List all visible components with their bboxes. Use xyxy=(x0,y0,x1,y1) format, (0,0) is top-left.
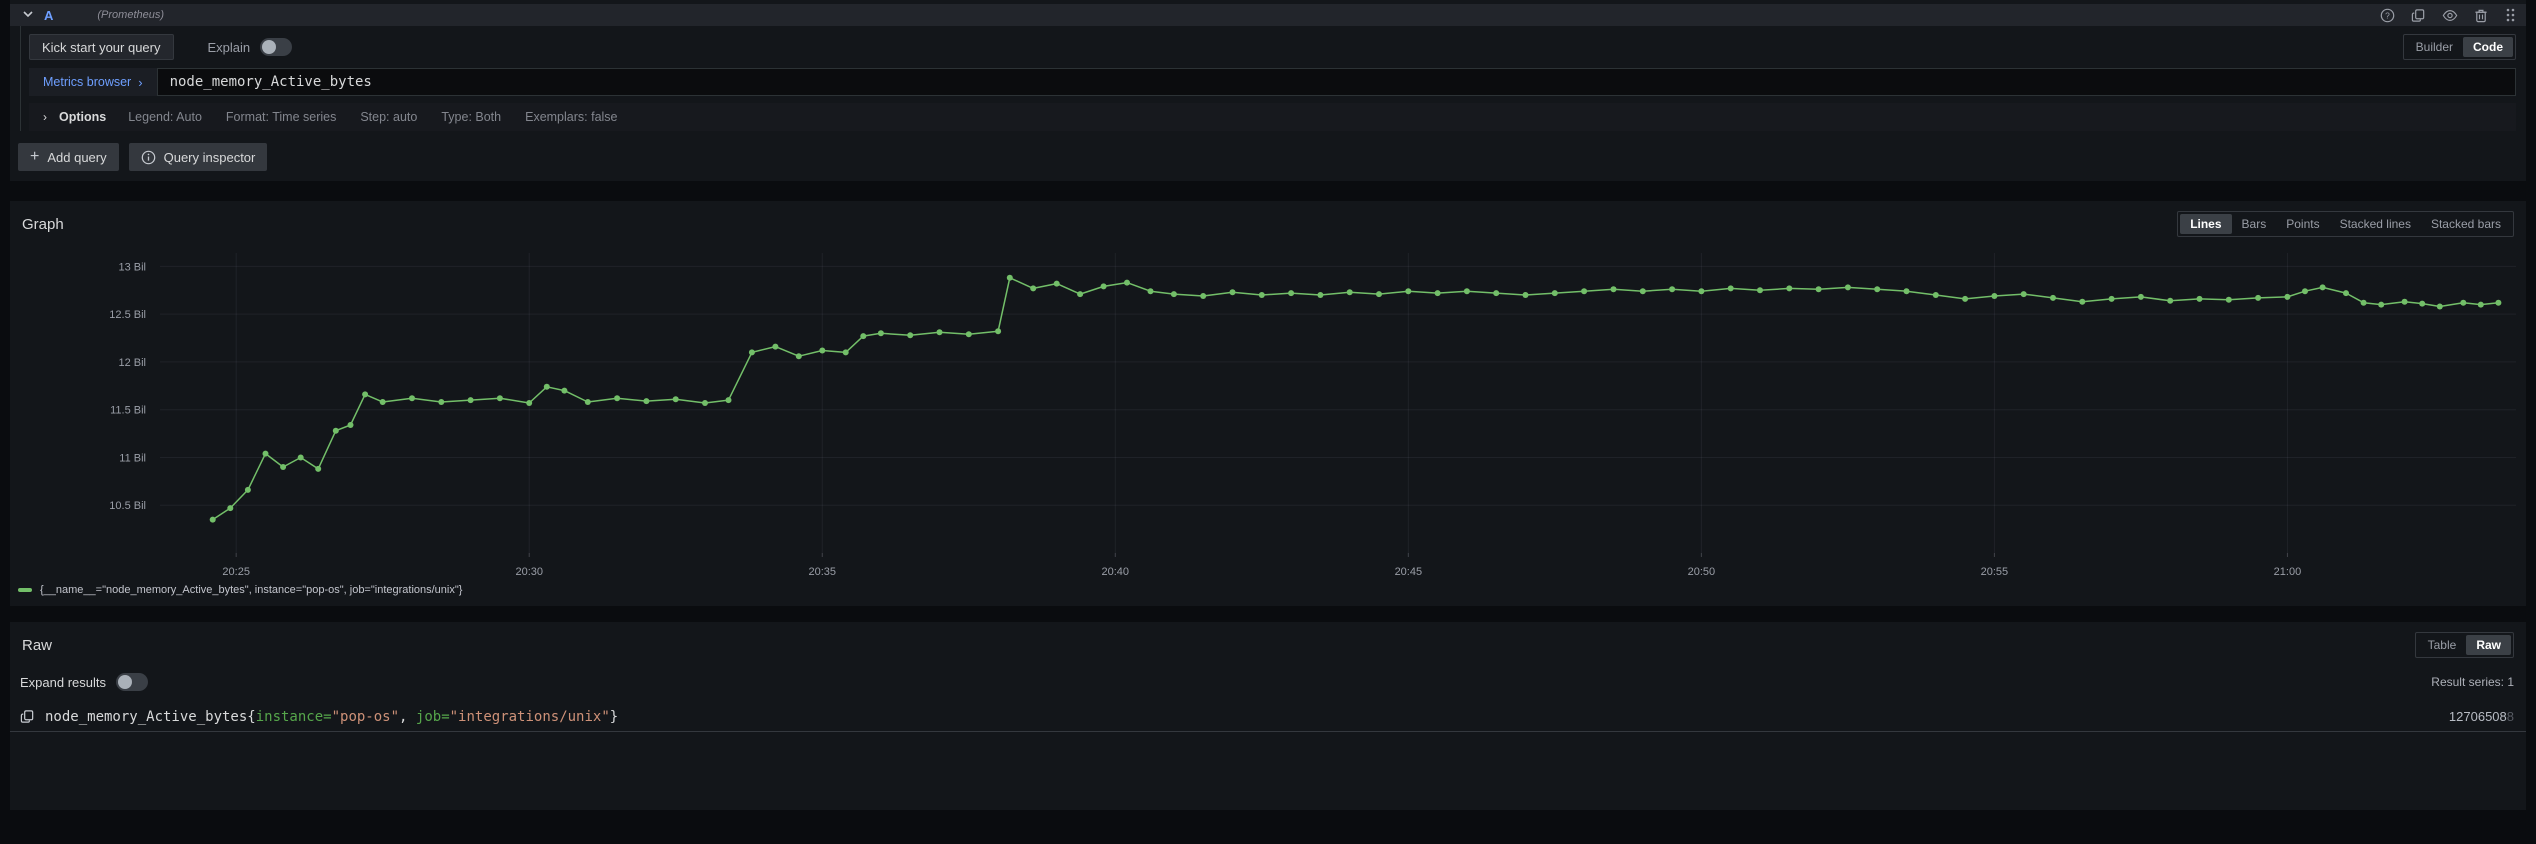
options-expand-chevron-icon[interactable]: › xyxy=(43,110,47,124)
option-legend: Legend: Auto xyxy=(128,110,202,124)
graph-style-lines[interactable]: Lines xyxy=(2180,214,2231,234)
result-view-switch: Table Raw xyxy=(2415,632,2514,658)
graph-style-bars[interactable]: Bars xyxy=(2232,214,2277,234)
explain-label: Explain xyxy=(208,40,251,55)
info-circle-icon xyxy=(141,150,156,165)
svg-text:11.5 Bil: 11.5 Bil xyxy=(110,405,146,417)
disable-query-eye-icon[interactable] xyxy=(2442,8,2458,23)
result-value-truncated-digit: 8 xyxy=(2507,709,2514,724)
plus-icon: + xyxy=(30,149,39,165)
svg-text:11 Bil: 11 Bil xyxy=(119,452,146,464)
graph-style-points[interactable]: Points xyxy=(2276,214,2329,234)
raw-results-panel: Raw Table Raw Expand results Result seri… xyxy=(10,622,2526,810)
svg-text:?: ? xyxy=(2385,10,2390,20)
query-options-row[interactable]: › Options Legend: Auto Format: Time seri… xyxy=(29,103,2516,131)
expand-results-toggle-knob xyxy=(118,675,132,689)
help-icon[interactable]: ? xyxy=(2380,8,2395,23)
copy-result-icon[interactable] xyxy=(20,709,35,724)
graph-style-stacked-lines[interactable]: Stacked lines xyxy=(2330,214,2421,234)
legend-series-label: {__name__="node_memory_Active_bytes", in… xyxy=(40,584,462,596)
query-ref-id: A xyxy=(44,8,53,23)
editor-mode-switch: Builder Code xyxy=(2403,34,2516,60)
svg-text:10.5 Bil: 10.5 Bil xyxy=(109,500,146,512)
metrics-browser-button[interactable]: Metrics browser › xyxy=(29,68,157,96)
duplicate-query-icon[interactable] xyxy=(2411,8,2426,23)
graph-panel: Graph Lines Bars Points Stacked lines St… xyxy=(10,201,2526,606)
svg-text:20:25: 20:25 xyxy=(222,566,250,578)
option-type: Type: Both xyxy=(441,110,501,124)
result-view-table[interactable]: Table xyxy=(2418,635,2467,655)
query-inspector-button[interactable]: Query inspector xyxy=(129,143,268,171)
query-row-header[interactable]: A (Prometheus) ? xyxy=(10,4,2526,26)
explain-toggle[interactable] xyxy=(260,38,292,56)
query-editor-body: Kick start your query Explain Builder Co… xyxy=(20,26,2526,131)
collapse-query-icon[interactable] xyxy=(22,8,34,23)
chart-svg: 10.5 Bil 11 Bil 11.5 Bil 12 Bil 12.5 Bil 13 B… xyxy=(10,237,2526,582)
svg-text:21:00: 21:00 xyxy=(2274,566,2302,578)
svg-text:20:30: 20:30 xyxy=(515,566,543,578)
svg-text:20:40: 20:40 xyxy=(1102,566,1130,578)
result-series-value: 127065088 xyxy=(2449,709,2514,724)
result-row[interactable]: node_memory_Active_bytes{instance="pop-o… xyxy=(10,702,2526,732)
svg-text:20:55: 20:55 xyxy=(1981,566,2009,578)
svg-text:20:35: 20:35 xyxy=(808,566,836,578)
drag-handle-icon[interactable] xyxy=(2504,7,2516,23)
grafana-explore-view: A (Prometheus) ? xyxy=(0,0,2536,844)
option-step: Step: auto xyxy=(360,110,417,124)
chevron-right-icon: › xyxy=(138,75,142,90)
option-format: Format: Time series xyxy=(226,110,336,124)
svg-text:12.5 Bil: 12.5 Bil xyxy=(109,309,146,321)
result-series-expression: node_memory_Active_bytes{instance="pop-o… xyxy=(45,709,618,725)
add-query-button[interactable]: + Add query xyxy=(18,143,119,171)
legend-series-swatch xyxy=(18,588,32,592)
svg-text:12 Bil: 12 Bil xyxy=(118,357,146,369)
result-view-raw[interactable]: Raw xyxy=(2466,635,2511,655)
graph-panel-title: Graph xyxy=(22,216,64,233)
kick-start-query-button[interactable]: Kick start your query xyxy=(29,34,174,60)
editor-mode-builder[interactable]: Builder xyxy=(2406,37,2463,57)
query-editor-panel: A (Prometheus) ? xyxy=(10,0,2526,181)
expand-results-label: Expand results xyxy=(20,675,106,690)
graph-style-switch: Lines Bars Points Stacked lines Stacked … xyxy=(2177,211,2514,237)
raw-panel-title: Raw xyxy=(22,637,52,654)
options-label: Options xyxy=(59,110,106,124)
expand-results-toggle[interactable] xyxy=(116,673,148,691)
explain-toggle-knob xyxy=(262,40,276,54)
delete-query-trash-icon[interactable] xyxy=(2474,8,2488,23)
promql-query-input[interactable] xyxy=(157,68,2516,96)
editor-mode-code[interactable]: Code xyxy=(2463,37,2513,57)
svg-text:13 Bil: 13 Bil xyxy=(118,261,146,273)
result-series-count: Result series: 1 xyxy=(2431,675,2514,689)
graph-style-stacked-bars[interactable]: Stacked bars xyxy=(2421,214,2511,234)
chart-legend[interactable]: {__name__="node_memory_Active_bytes", in… xyxy=(10,582,2526,602)
time-series-chart[interactable]: 10.5 Bil 11 Bil 11.5 Bil 12 Bil 12.5 Bil 13 B… xyxy=(10,237,2526,582)
option-exemplars: Exemplars: false xyxy=(525,110,617,124)
svg-text:20:50: 20:50 xyxy=(1688,566,1716,578)
svg-text:20:45: 20:45 xyxy=(1395,566,1423,578)
datasource-name: (Prometheus) xyxy=(97,9,164,21)
